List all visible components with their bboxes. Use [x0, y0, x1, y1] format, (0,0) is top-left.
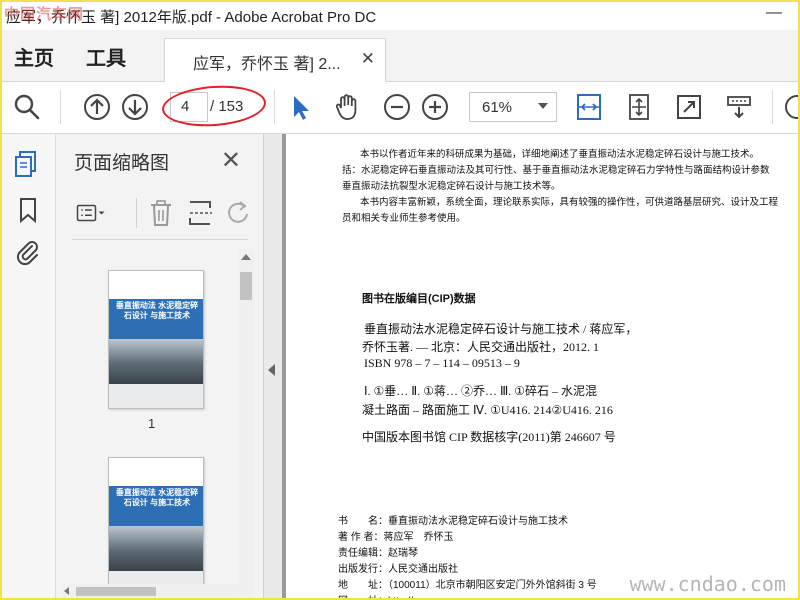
- cip-line: 凝土路面 – 路面施工 Ⅳ. ①U416. 214②U416. 216: [362, 403, 613, 417]
- colophon-line: 书 名：垂直振动法水泥稳定碎石设计与施工技术: [338, 516, 568, 527]
- scroll-mode-icon[interactable]: [724, 92, 754, 122]
- panel-title: 页面缩略图: [74, 153, 170, 174]
- intro-line: 员和相关专业师生参考使用。: [342, 213, 466, 224]
- app-window: 应军，乔怀玉 著] 2012年版.pdf - Adobe Acrobat Pro…: [0, 0, 800, 600]
- scroll-up-icon[interactable]: [241, 254, 251, 260]
- thumbnail-scroll-thumb[interactable]: [240, 272, 252, 300]
- site-watermark: www.cndao.com: [629, 572, 786, 596]
- title-bar: 应军，乔怀玉 著] 2012年版.pdf - Adobe Acrobat Pro…: [2, 2, 798, 30]
- panel-toolbar-rule: [72, 239, 248, 240]
- thumbnail-hscrollbar[interactable]: [62, 584, 238, 598]
- page-thumbnail[interactable]: 垂直振动法 水泥稳定碎石设计 与施工技术: [108, 270, 204, 409]
- document-view: 本书以作者近年来的科研成果为基础，详细地阐述了垂直振动法水泥稳定碎石设计与施工技…: [282, 134, 798, 598]
- thumbnail-options-icon[interactable]: [76, 198, 106, 228]
- colophon-line: 网 址：http://www.ccpress.com.cn: [338, 592, 506, 598]
- minimize-button[interactable]: —: [766, 4, 782, 22]
- close-panel-button[interactable]: ✕: [221, 146, 241, 175]
- page-thumbnail[interactable]: 垂直振动法 水泥稳定碎石设计 与施工技术: [108, 457, 204, 597]
- insert-page-icon[interactable]: [186, 198, 216, 228]
- document-tab-label: 应军，乔怀玉 著] 2...: [193, 56, 341, 73]
- thumbnail-scrollbar[interactable]: [238, 250, 254, 596]
- navigation-rail: [2, 134, 56, 598]
- scroll-left-icon[interactable]: [64, 587, 69, 595]
- chevron-down-icon: [538, 103, 548, 109]
- cip-heading: 图书在版编目(CIP)数据: [362, 293, 476, 305]
- cover-title: 垂直振动法 水泥稳定碎石设计 与施工技术: [115, 301, 199, 320]
- fit-width-icon[interactable]: [574, 92, 604, 122]
- comment-icon[interactable]: [782, 92, 800, 122]
- menu-home[interactable]: 主页: [14, 42, 54, 71]
- cip-line: 垂直振动法水泥稳定碎石设计与施工技术 / 蒋应军，: [364, 322, 638, 336]
- select-cursor-icon[interactable]: [286, 92, 316, 122]
- thumbnail-panel: 页面缩略图 ✕ 垂直振动法 水泥稳定碎石设计 与施工技术 1 垂直振动法 水泥稳…: [56, 134, 264, 598]
- previous-page-icon[interactable]: [82, 92, 112, 122]
- cip-line: 乔怀玉著. — 北京：人民交通出版社，2012. 1: [362, 340, 600, 354]
- collapse-panel-icon[interactable]: [268, 364, 275, 376]
- hand-tool-icon[interactable]: [332, 92, 362, 122]
- rotate-icon[interactable]: [224, 198, 254, 228]
- cover-title: 垂直振动法 水泥稳定碎石设计 与施工技术: [115, 488, 199, 507]
- intro-line: 本书以作者近年来的科研成果为基础，详细地阐述了垂直振动法水泥稳定碎石设计与施工技…: [360, 149, 760, 160]
- thumbnail-hscroll-thumb[interactable]: [76, 587, 156, 596]
- cover-photo: [109, 526, 203, 571]
- next-page-icon[interactable]: [120, 92, 150, 122]
- attachment-icon[interactable]: [14, 238, 42, 266]
- panel-toolbar: [56, 186, 264, 240]
- toolbar-divider: [772, 90, 773, 124]
- cip-line: 中国版本图书馆 CIP 数据核字(2011)第 246607 号: [362, 430, 616, 444]
- colophon-line: 出版发行：人民交通出版社: [338, 564, 458, 575]
- cip-line: Ⅰ. ①垂… Ⅱ. ①蒋… ②乔… Ⅲ. ①碎石 – 水泥混: [364, 384, 597, 398]
- intro-line: 垂直振动法抗裂型水泥稳定碎石设计与施工技术等。: [342, 181, 561, 192]
- zoom-level-select[interactable]: 61%: [469, 92, 557, 122]
- thumbnail-page-label: 1: [148, 416, 156, 431]
- colophon-line: 责任编辑：赵瑞琴: [338, 548, 418, 559]
- menu-tools[interactable]: 工具: [86, 42, 126, 71]
- page-total-label: / 153: [210, 98, 244, 115]
- cip-line: ISBN 978 – 7 – 114 – 09513 – 9: [364, 356, 520, 370]
- colophon-line: 著 作 者：蒋应军 乔怀玉: [338, 532, 454, 543]
- toolbar-divider: [274, 90, 275, 124]
- toolbar-divider: [60, 90, 61, 124]
- zoom-level-value: 61%: [482, 99, 513, 116]
- close-tab-button[interactable]: ✕: [361, 49, 375, 69]
- cover-footer: [109, 384, 203, 408]
- search-icon[interactable]: [12, 92, 42, 122]
- page-number-input[interactable]: 4: [170, 92, 208, 122]
- cover-photo: [109, 339, 203, 384]
- window-title: 应军，乔怀玉 著] 2012年版.pdf - Adobe Acrobat Pro…: [6, 9, 377, 26]
- colophon-line: 地 址：（100011）北京市朝阳区安定门外外馆斜街 3 号: [338, 580, 597, 591]
- panel-toolbar-divider: [136, 198, 137, 228]
- delete-icon[interactable]: [146, 198, 176, 228]
- zoom-out-icon[interactable]: [382, 92, 412, 122]
- document-tab[interactable]: 应军，乔怀玉 著] 2... ✕: [164, 38, 386, 83]
- toolbar: 4 / 153 61%: [2, 82, 798, 134]
- fit-page-icon[interactable]: [624, 92, 654, 122]
- intro-line: 括：水泥稳定碎石垂直振动法及其可行性、基于垂直振动法水泥稳定碎石力学特性与路面结…: [342, 165, 770, 176]
- intro-line: 本书内容丰富新颖，系统全面，理论联系实际，具有较强的操作性，可供道路基层研究、设…: [360, 197, 779, 208]
- bookmark-icon[interactable]: [14, 196, 42, 224]
- full-screen-icon[interactable]: [674, 92, 704, 122]
- pdf-page: 本书以作者近年来的科研成果为基础，详细地阐述了垂直振动法水泥稳定碎石设计与施工技…: [286, 134, 798, 598]
- page-thumbnails-icon[interactable]: [14, 150, 42, 178]
- menu-bar: 主页 工具 应军，乔怀玉 著] 2... ✕: [2, 30, 798, 83]
- zoom-in-icon[interactable]: [420, 92, 450, 122]
